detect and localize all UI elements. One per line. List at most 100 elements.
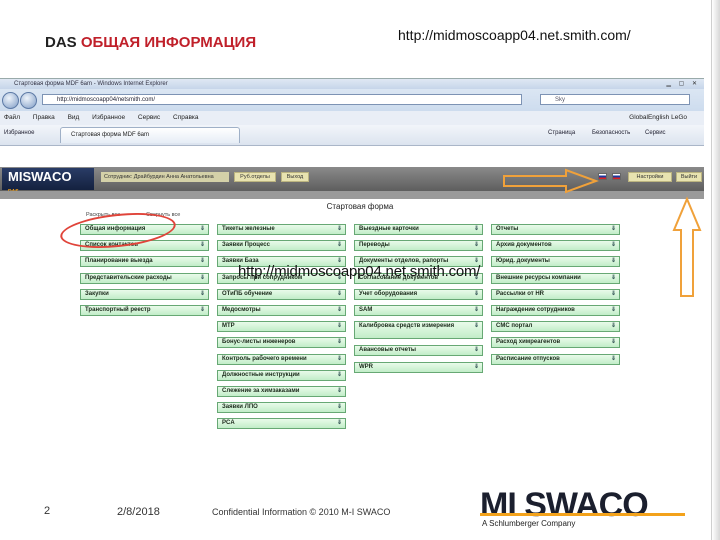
expand-icon[interactable]: ⇓ (200, 225, 205, 234)
menu-button-label: WPR (359, 364, 373, 370)
menu-button[interactable]: МТР ⇓ (217, 321, 346, 332)
expand-icon[interactable]: ⇓ (337, 387, 342, 396)
expand-icon[interactable]: ⇓ (611, 257, 616, 266)
slide-title-prefix: DAS (45, 34, 77, 51)
page-menu[interactable]: Страница (548, 130, 575, 136)
menu-item-edit[interactable]: Правка (33, 114, 55, 121)
expand-icon[interactable]: ⇓ (200, 257, 205, 266)
expand-icon[interactable]: ⇓ (474, 290, 479, 299)
exit-button[interactable]: Выход (281, 172, 309, 182)
menu-button[interactable]: Отчеты ⇓ (491, 224, 620, 235)
menu-button[interactable]: Представительские расходы ⇓ (80, 273, 209, 284)
menu-button-label: Бонус-листы инженеров (222, 339, 296, 345)
menu-button[interactable]: SAM ⇓ (354, 305, 483, 316)
menu-button[interactable]: Слежение за химзаказами ⇓ (217, 386, 346, 397)
menu-button[interactable]: Закупки ⇓ (80, 289, 209, 300)
expand-icon[interactable]: ⇓ (337, 290, 342, 299)
expand-icon[interactable]: ⇓ (200, 274, 205, 283)
menu-button[interactable]: Авансовые отчеты ⇓ (354, 345, 483, 356)
subsidiary-button[interactable]: Руб.отделы (234, 172, 276, 182)
menu-button[interactable]: Расписание отпусков ⇓ (491, 354, 620, 365)
expand-icon[interactable]: ⇓ (200, 306, 205, 315)
expand-icon[interactable]: ⇓ (337, 241, 342, 250)
user-info: Сотрудник: Драйбурдин Анна Анатольевна (101, 172, 229, 182)
menu-item-tools[interactable]: Сервис (138, 114, 160, 121)
window-controls[interactable]: ▁ ▢ ✕ (666, 80, 700, 87)
expand-icon[interactable]: ⇓ (337, 338, 342, 347)
logout-button[interactable]: Выйти (676, 172, 702, 182)
flag-ru-icon[interactable] (612, 173, 621, 180)
menu-button[interactable]: Заявки ЛПО ⇓ (217, 402, 346, 413)
menu-button[interactable]: Внешние ресурсы компании ⇓ (491, 273, 620, 284)
address-bar[interactable]: http://midmoscoapp04/netsmith.com/ (42, 94, 522, 105)
tools-menu[interactable]: Сервис (645, 130, 666, 136)
tab-start-form[interactable]: Стартовая форма MDF 6am (60, 127, 240, 143)
menu-button[interactable]: PCA ⇓ (217, 418, 346, 429)
url-note: http://midmoscoapp04.net.smith.com/ (398, 27, 631, 43)
expand-icon[interactable]: ⇓ (611, 225, 616, 234)
expand-icon[interactable]: ⇓ (474, 346, 479, 355)
menu-button[interactable]: Переводы ⇓ (354, 240, 483, 251)
expand-icon[interactable]: ⇓ (200, 290, 205, 299)
expand-icon[interactable]: ⇓ (611, 241, 616, 250)
menu-button[interactable]: Заявки Процесс ⇓ (217, 240, 346, 251)
menu-item-help[interactable]: Справка (173, 114, 199, 121)
menu-button[interactable]: Контроль рабочего времени ⇓ (217, 354, 346, 365)
expand-icon[interactable]: ⇓ (337, 419, 342, 428)
expand-icon[interactable]: ⇓ (337, 371, 342, 380)
menu-button[interactable]: WPR ⇓ (354, 362, 483, 373)
menu-button-label: Юрид. документы (496, 258, 550, 264)
menu-button[interactable]: CMC портал ⇓ (491, 321, 620, 332)
search-input[interactable]: Sky (540, 94, 690, 105)
back-icon[interactable] (2, 92, 19, 109)
menu-button[interactable]: Должностные инструкции ⇓ (217, 370, 346, 381)
page-title: Стартовая форма (326, 202, 394, 211)
menu-button[interactable]: Медосмотры ⇓ (217, 305, 346, 316)
menu-button[interactable]: Учет оборудования ⇓ (354, 289, 483, 300)
company-logo-sub: A Schlumberger Company (482, 519, 576, 528)
expand-icon[interactable]: ⇓ (474, 363, 479, 372)
menu-button[interactable]: Тикеты железные ⇓ (217, 224, 346, 235)
expand-icon[interactable]: ⇓ (474, 322, 479, 331)
expand-icon[interactable]: ⇓ (611, 322, 616, 331)
menu-button[interactable]: Калибровка средств измерения ⇓ (354, 321, 483, 339)
browser-window-title: Стартовая форма MDF 6am - Windows Intern… (14, 81, 168, 87)
menu-button[interactable]: Архив документов ⇓ (491, 240, 620, 251)
menu-item-file[interactable]: Файл (4, 114, 20, 121)
menu-button[interactable]: Бонус-листы инженеров ⇓ (217, 337, 346, 348)
menu-button[interactable]: ОТиПБ обучение ⇓ (217, 289, 346, 300)
menu-button-label: Слежение за химзаказами (222, 388, 300, 394)
menu-button[interactable]: Планирование выезда ⇓ (80, 256, 209, 267)
expand-icon[interactable]: ⇓ (474, 306, 479, 315)
expand-icon[interactable]: ⇓ (337, 225, 342, 234)
expand-icon[interactable]: ⇓ (611, 274, 616, 283)
menu-button[interactable]: Расход химреагентов ⇓ (491, 337, 620, 348)
app-logo: MISWACO DAS (2, 168, 94, 195)
expand-icon[interactable]: ⇓ (474, 241, 479, 250)
menu-button-label: МТР (222, 323, 235, 329)
menu-button[interactable]: Транспортный реестр ⇓ (80, 305, 209, 316)
expand-icon[interactable]: ⇓ (611, 306, 616, 315)
menu-item-favorites[interactable]: Избранное (92, 114, 125, 121)
expand-icon[interactable]: ⇓ (200, 241, 205, 250)
expand-icon[interactable]: ⇓ (611, 338, 616, 347)
safety-menu[interactable]: Безопасность (592, 130, 630, 136)
slide-title: DAS ОБЩАЯ ИНФОРМАЦИЯ (45, 34, 256, 51)
expand-icon[interactable]: ⇓ (337, 322, 342, 331)
menu-button[interactable]: Рассылки от HR ⇓ (491, 289, 620, 300)
menu-button[interactable]: Выездные карточки ⇓ (354, 224, 483, 235)
expand-icon[interactable]: ⇓ (337, 403, 342, 412)
menu-button-label: ОТиПБ обучение (222, 291, 273, 297)
expand-icon[interactable]: ⇓ (337, 306, 342, 315)
expand-icon[interactable]: ⇓ (337, 355, 342, 364)
settings-button[interactable]: Настройки (628, 172, 672, 182)
forward-icon[interactable] (20, 92, 37, 109)
global-english-link[interactable]: GlobalEnglish LeGo (629, 111, 687, 125)
menu-button[interactable]: Юрид. документы ⇓ (491, 256, 620, 267)
menu-button[interactable]: Награждение сотрудников ⇓ (491, 305, 620, 316)
expand-icon[interactable]: ⇓ (611, 290, 616, 299)
menu-item-view[interactable]: Вид (68, 114, 80, 121)
expand-icon[interactable]: ⇓ (474, 225, 479, 234)
expand-icon[interactable]: ⇓ (611, 355, 616, 364)
favorites-button[interactable]: Избранное (4, 130, 34, 136)
